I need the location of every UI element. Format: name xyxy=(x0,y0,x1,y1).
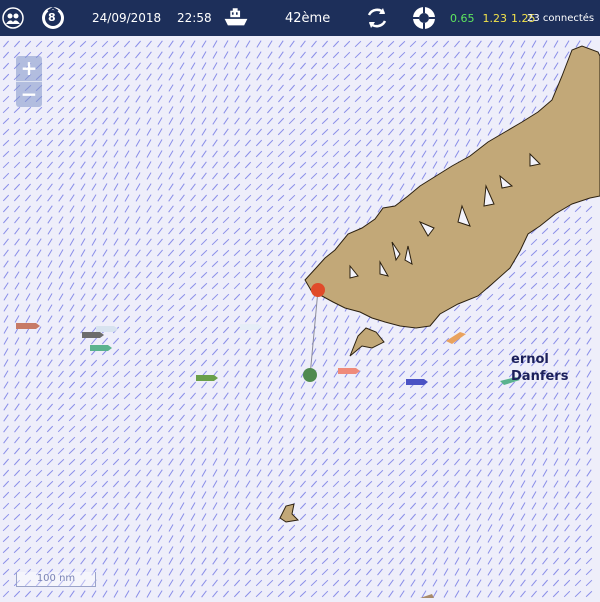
rank-display: 42ème xyxy=(285,10,331,26)
lifebuoy-button[interactable] xyxy=(411,0,437,36)
users-icon xyxy=(0,5,26,31)
place-label-2: Danfers xyxy=(511,369,569,384)
boat-button[interactable] xyxy=(223,0,249,36)
users-button[interactable] xyxy=(0,0,26,36)
refresh-icon xyxy=(364,5,390,31)
waypoint-marker xyxy=(303,368,317,382)
boat-icon xyxy=(223,5,249,31)
refresh-button[interactable] xyxy=(364,0,390,36)
sailing-map[interactable] xyxy=(0,36,600,602)
boat-fleet xyxy=(16,323,520,598)
time-display: 22:58 xyxy=(177,11,212,25)
stat-a: 0.65 xyxy=(450,11,475,25)
badge-number: 8 xyxy=(48,11,56,24)
top-toolbar: 8 24/09/2018 22:58 42ème 0.65 1.23 1.25 … xyxy=(0,0,600,36)
start-marker xyxy=(311,283,325,297)
land-mass xyxy=(304,45,600,329)
small-island-south xyxy=(279,503,300,523)
zoom-in-button[interactable]: + xyxy=(16,56,42,81)
zoom-out-button[interactable]: − xyxy=(16,81,42,107)
date-display: 24/09/2018 xyxy=(92,11,162,25)
badge-button[interactable]: 8 xyxy=(40,0,66,36)
small-island xyxy=(349,327,385,357)
stat-values: 0.65 1.23 1.25 xyxy=(450,0,536,36)
scale-bar: 100 nm xyxy=(16,572,96,587)
stat-b: 1.23 xyxy=(482,11,508,25)
map-features xyxy=(16,45,600,598)
zoom-control: + − xyxy=(16,56,42,107)
lifebuoy-icon xyxy=(411,5,437,31)
place-label-1: ernol xyxy=(511,352,549,367)
connected-count: 23 connectés xyxy=(527,12,595,24)
